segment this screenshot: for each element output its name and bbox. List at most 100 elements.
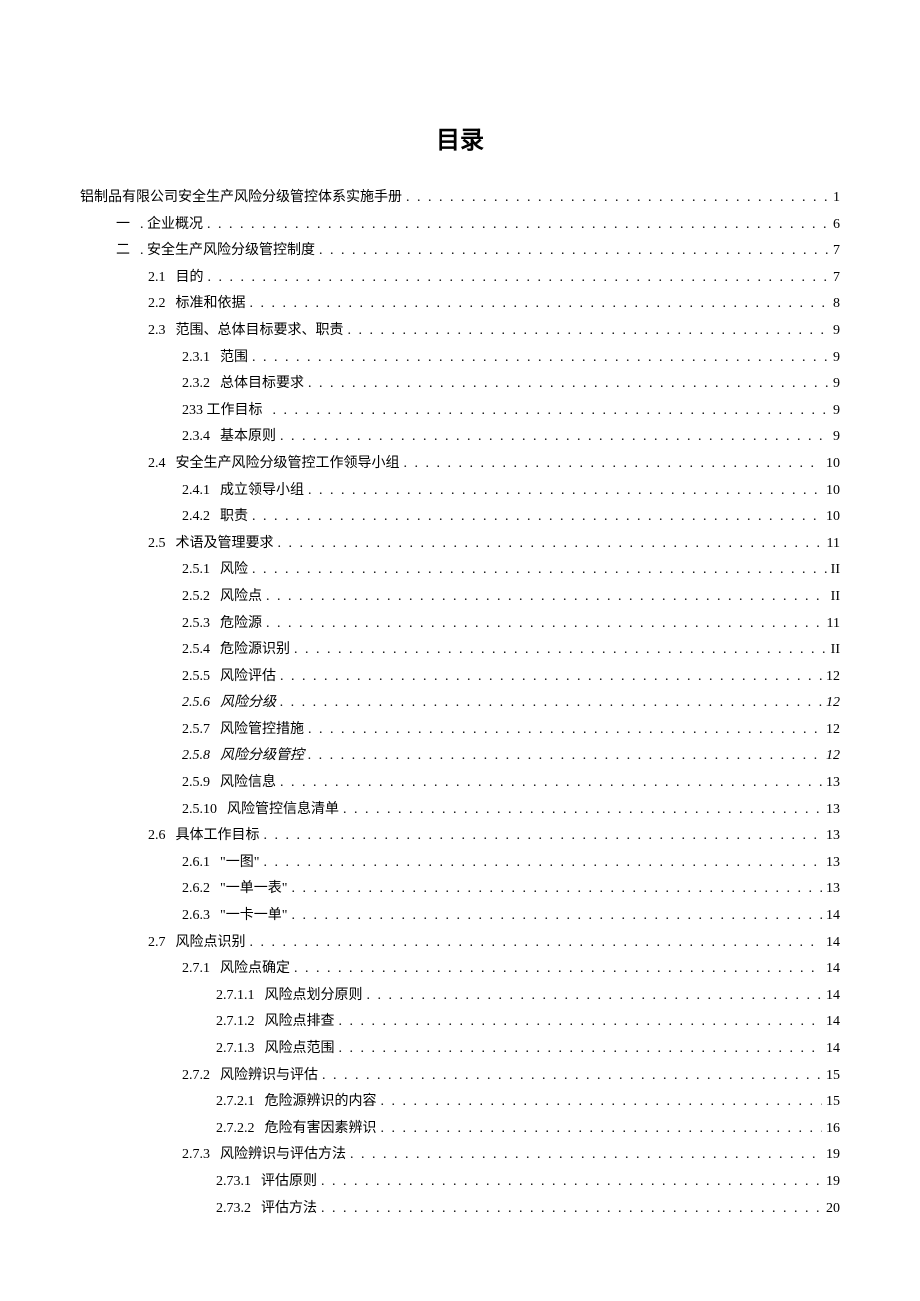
toc-leader-dots	[367, 983, 823, 1010]
toc-entry-page: 14	[822, 903, 840, 930]
toc-entry-page: 13	[822, 797, 840, 824]
toc-entry-label: 危险源	[220, 611, 266, 638]
toc-heading: 目录	[80, 120, 840, 155]
toc-entry-page: 12	[822, 717, 840, 744]
toc-entry: 2.5.8风险分级管控12	[80, 743, 840, 770]
toc-entry-number: 2.3	[148, 318, 176, 345]
toc-entry-page: 14	[822, 956, 840, 983]
toc-entry-number: 2.7.2.1	[216, 1089, 265, 1116]
toc-entry-number: 2.4.1	[182, 478, 220, 505]
toc-entry-number: 2.5.10	[182, 797, 227, 824]
toc-entry: 2.4安全生产风险分级管控工作领导小组10	[80, 451, 840, 478]
toc-entry: 2.73.2评估方法20	[80, 1196, 840, 1223]
toc-entry-page: 9	[829, 345, 840, 372]
toc-leader-dots	[322, 1063, 822, 1090]
toc-entry-label: 风险点范围	[265, 1036, 339, 1063]
toc-entry-label: 铝制品有限公司安全生产风险分级管控体系实施手册	[80, 185, 406, 212]
toc-entry-number: 2.5	[148, 531, 176, 558]
toc-entry-page: II	[827, 584, 840, 611]
toc-entry-label: 风险点排查	[265, 1009, 339, 1036]
toc-leader-dots	[280, 770, 822, 797]
toc-entry: 2.7.1风险点确定14	[80, 956, 840, 983]
toc-entry-label: 安全生产风险分级管控工作领导小组	[176, 451, 404, 478]
toc-entry-label: 职责	[220, 504, 252, 531]
toc-leader-dots	[250, 930, 823, 957]
toc-entry-number: 2.5.4	[182, 637, 220, 664]
toc-leader-dots	[266, 611, 823, 638]
toc-entry-page: 12	[822, 664, 840, 691]
toc-leader-dots	[321, 1169, 822, 1196]
toc-entry-label: "一卡一单"	[220, 903, 291, 930]
toc-entry: 2.6.3"一卡一单" 14	[80, 903, 840, 930]
toc-entry-page: 15	[822, 1089, 840, 1116]
toc-leader-dots	[208, 265, 830, 292]
toc-entry: 2.7.1.3风险点范围14	[80, 1036, 840, 1063]
toc-entry-number: 2.7.1.2	[216, 1009, 265, 1036]
toc-entry-number: 2.5.7	[182, 717, 220, 744]
toc-entry-page: 10	[822, 504, 840, 531]
toc-entry-number: 一	[116, 212, 140, 239]
toc-leader-dots	[404, 451, 823, 478]
toc-entry-page: 15	[822, 1063, 840, 1090]
toc-entry: 2.5.9风险信息 13	[80, 770, 840, 797]
toc-entry-label: 危险有害因素辨识	[265, 1116, 381, 1143]
toc-leader-dots	[321, 1196, 822, 1223]
toc-container: 铝制品有限公司安全生产风险分级管控体系实施手册 1一. 企业概况6二. 安全生产风…	[80, 185, 840, 1222]
toc-entry-page: 1	[829, 185, 840, 212]
toc-entry-page: 19	[822, 1169, 840, 1196]
toc-entry-number: 2.5.5	[182, 664, 220, 691]
toc-entry: 2.5术语及管理要求11	[80, 531, 840, 558]
toc-entry: 二. 安全生产风险分级管控制度7	[80, 238, 840, 265]
toc-leader-dots	[266, 584, 827, 611]
toc-entry-page: 19	[822, 1142, 840, 1169]
toc-entry: 一. 企业概况6	[80, 212, 840, 239]
toc-entry-number: 2.2	[148, 291, 176, 318]
toc-entry: 2.5.10风险管控信息清单 13	[80, 797, 840, 824]
toc-entry-page: 8	[829, 291, 840, 318]
toc-entry-label: 风险辨识与评估	[220, 1063, 322, 1090]
toc-entry: 2.5.4危险源识别II	[80, 637, 840, 664]
toc-entry: 2.7.1.1风险点划分原则14	[80, 983, 840, 1010]
toc-entry-page: 13	[822, 850, 840, 877]
toc-entry-label: 风险管控信息清单	[227, 797, 343, 824]
toc-entry-number: 2.3.2	[182, 371, 220, 398]
toc-entry-label: 风险点确定	[220, 956, 294, 983]
toc-entry-page: 14	[822, 1009, 840, 1036]
toc-leader-dots	[319, 238, 829, 265]
toc-entry-number: 2.73.1	[216, 1169, 261, 1196]
toc-entry: 233 工作目标9	[80, 398, 840, 425]
toc-leader-dots	[308, 743, 822, 770]
toc-entry-label: 目的	[176, 265, 208, 292]
toc-leader-dots	[250, 291, 830, 318]
toc-entry-label: 危险源辨识的内容	[265, 1089, 381, 1116]
toc-entry-page: 14	[822, 1036, 840, 1063]
toc-entry-number: 2.4	[148, 451, 176, 478]
toc-entry-page: 11	[823, 531, 840, 558]
toc-entry-page: 6	[829, 212, 840, 239]
toc-entry-number: 2.7	[148, 930, 176, 957]
toc-leader-dots	[308, 478, 822, 505]
toc-entry-page: II	[827, 637, 840, 664]
toc-entry-number: 2.6.2	[182, 876, 220, 903]
toc-entry: 2.3.4基本原则9	[80, 424, 840, 451]
toc-leader-dots	[252, 345, 829, 372]
toc-entry-label: 评估方法	[261, 1196, 321, 1223]
toc-entry-page: 13	[822, 770, 840, 797]
toc-entry-number: 2.6.3	[182, 903, 220, 930]
toc-entry-number: 2.6	[148, 823, 176, 850]
toc-entry-label: "一图"	[220, 850, 263, 877]
toc-entry-number: 2.7.2	[182, 1063, 220, 1090]
toc-entry: 2.73.1评估原则19	[80, 1169, 840, 1196]
toc-entry: 2.5.2风险点II	[80, 584, 840, 611]
toc-leader-dots	[339, 1036, 823, 1063]
toc-entry: 2.1目的 7	[80, 265, 840, 292]
toc-entry-label: 风险分级	[220, 690, 280, 717]
toc-entry-label: 风险点划分原则	[265, 983, 367, 1010]
toc-entry-label: 风险辨识与评估方法	[220, 1142, 350, 1169]
toc-entry-page: 7	[829, 265, 840, 292]
toc-leader-dots	[280, 424, 829, 451]
toc-entry-label: 风险信息	[220, 770, 280, 797]
toc-entry-page: 9	[829, 318, 840, 345]
toc-entry-number: 2.5.9	[182, 770, 220, 797]
toc-entry-number: 2.1	[148, 265, 176, 292]
